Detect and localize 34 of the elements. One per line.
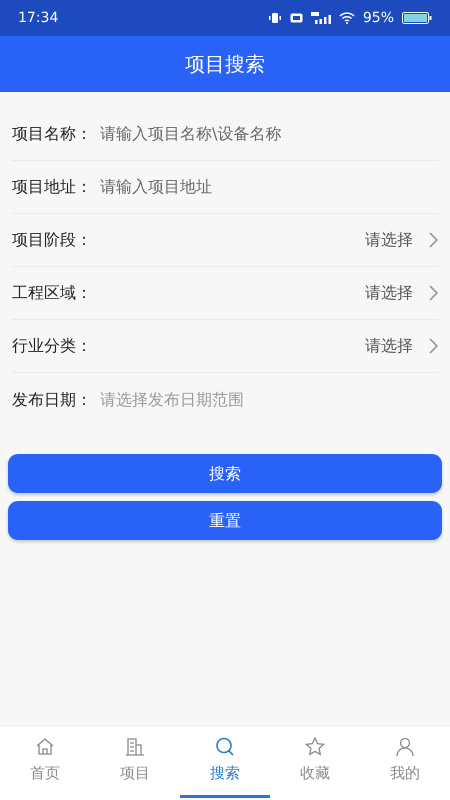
nav-tab[interactable]: 搜索 (180, 726, 270, 798)
search-button[interactable]: 搜索 (8, 454, 442, 493)
field-label: 项目地址： (12, 176, 92, 198)
nav-tab[interactable]: 收藏 (270, 726, 360, 798)
page-title: 项目搜索 (185, 51, 265, 78)
date-field[interactable]: 请选择发布日期范围 (100, 388, 438, 412)
field-label: 项目名称： (12, 123, 92, 145)
status-time: 17:34 (18, 8, 58, 28)
battery-percent: 95% (362, 8, 394, 28)
nav-tab[interactable]: 项目 (90, 726, 180, 798)
user-icon (394, 736, 416, 758)
nav-tab[interactable]: 首页 (0, 726, 90, 798)
input-field[interactable]: 请输入项目名称\设备名称 (100, 122, 438, 146)
search-icon (214, 736, 236, 758)
building-icon (124, 736, 146, 758)
battery-icon (402, 12, 432, 24)
chevron-right-icon (429, 232, 438, 248)
wifi-icon (338, 12, 355, 24)
field-label: 发布日期： (12, 388, 92, 410)
reset-button[interactable]: 重置 (8, 501, 442, 540)
chevron-right-icon (429, 285, 438, 301)
field-label: 工程区域： (12, 282, 92, 304)
nav-tab[interactable]: 我的 (360, 726, 450, 798)
select-field[interactable]: 请选择 (365, 334, 438, 358)
star-icon (304, 736, 326, 758)
chevron-right-icon (429, 338, 438, 354)
select-field[interactable]: 请选择 (365, 228, 438, 252)
signal-icon (310, 12, 331, 24)
field-label: 行业分类： (12, 335, 92, 357)
select-field[interactable]: 请选择 (365, 281, 438, 305)
vibrate-icon (268, 12, 282, 24)
field-label: 项目阶段： (12, 229, 92, 251)
input-field[interactable]: 请输入项目地址 (100, 175, 438, 199)
hd-icon (290, 13, 303, 23)
